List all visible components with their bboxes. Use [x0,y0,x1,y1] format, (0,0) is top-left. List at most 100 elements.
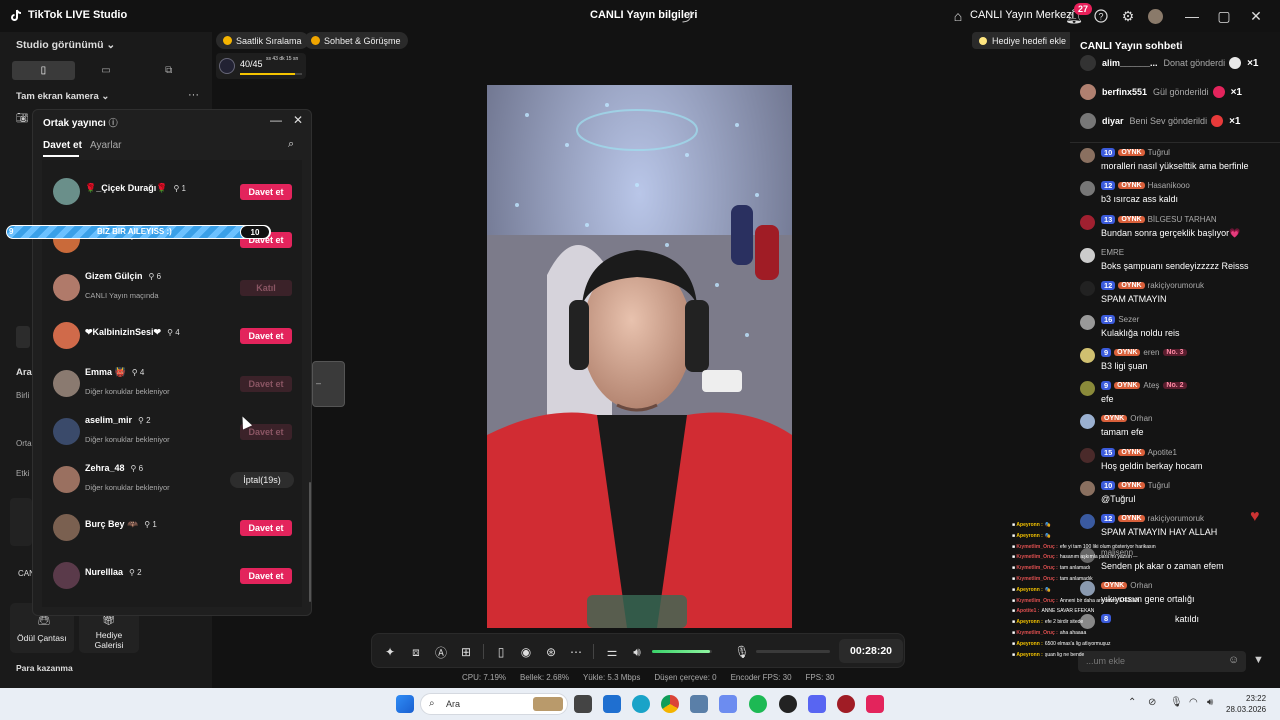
info-icon[interactable]: ⓘ [109,118,118,128]
windows-start-icon[interactable] [396,695,414,713]
list-scrollbar[interactable] [309,482,311,602]
chat-username[interactable]: Orhan [1130,414,1152,423]
share-icon[interactable]: ⤴ [682,8,694,25]
chat-avatar[interactable] [1080,381,1095,397]
gift-sender-name[interactable]: berfinx551 [1102,87,1147,97]
hourly-ranking-pill[interactable]: Saatlik Sıralama [216,32,309,49]
help-icon[interactable]: ? [1091,6,1111,26]
emoji-icon[interactable]: ☺ [1228,654,1239,666]
more-tools-icon[interactable]: ⋯ [568,644,584,660]
fullscreen-camera-dropdown[interactable]: Tam ekran kamera ⌄ [16,91,109,102]
wifi-icon[interactable]: ◠ [1189,697,1198,708]
invite-button[interactable]: Davet et [240,184,292,200]
chat-avatar[interactable] [1080,181,1095,197]
microphone-icon[interactable]: 🎙︎ [734,644,750,660]
co-host-avatar[interactable] [53,562,80,589]
invite-button[interactable]: Davet et [240,520,292,536]
chat-username[interactable]: Ateş [1143,381,1159,390]
phone-icon[interactable]: ▯ [493,644,509,660]
mic-level-slider[interactable] [756,650,830,653]
co-host-avatar[interactable] [53,178,80,205]
live-center-link[interactable]: CANLI Yayın Merkezi [970,9,1074,21]
chat-avatar[interactable] [1080,214,1095,230]
cancel-invite-button[interactable]: İptal(19s) [230,472,294,488]
close-modal-icon[interactable]: ✕ [293,113,303,127]
co-host-avatar[interactable] [53,274,80,301]
network-off-icon[interactable]: ⊘ [1148,697,1156,708]
minimize-modal-icon[interactable]: — [270,113,282,127]
rotate-option[interactable]: ⧉ [137,61,200,80]
gift-sender-avatar[interactable] [1080,84,1096,100]
portrait-option[interactable]: ▯ [12,61,75,80]
co-host-avatar[interactable] [53,514,80,541]
maximize-icon[interactable]: ▢ [1214,6,1234,26]
gift-sender-avatar[interactable] [1080,113,1096,129]
speaker-icon[interactable]: 🔊︎ [629,644,645,660]
send-icon[interactable]: ▼ [1253,654,1264,666]
home-icon[interactable]: ⌂ [950,6,966,26]
gift-goal-progress-card[interactable]: 40/45 ss 43 dk 15 sn [216,53,306,79]
search-icon[interactable]: ⌕ [288,138,294,151]
outlook-icon[interactable] [603,695,621,713]
task-view-icon[interactable] [574,695,592,713]
invite-button[interactable]: Davet et [240,568,292,584]
chat-username[interactable]: EMRE [1101,248,1124,257]
obs-icon[interactable] [779,695,797,713]
chat-username[interactable]: Tuğrul [1148,481,1170,490]
landscape-option[interactable]: ▭ [75,61,138,80]
chat-avatar[interactable] [1080,447,1095,463]
gift-goal-button[interactable]: Hediye hedefi ekle [972,32,1074,49]
tiktok-live-studio-icon[interactable] [866,695,884,713]
camera-icon[interactable]: 📷︎ [16,113,29,124]
chat-username[interactable]: Sezer [1118,315,1139,324]
close-icon[interactable]: ✕ [1246,6,1266,26]
chat-username[interactable]: Apotite1 [1148,448,1177,457]
gift-sender-name[interactable]: diyar [1102,116,1124,126]
chrome-icon[interactable] [661,695,679,713]
co-host-avatar[interactable] [53,418,80,445]
camera-switch-icon[interactable]: ⊛ [543,644,559,660]
mic-tray-icon[interactable]: 🎙︎ [1170,697,1183,708]
invite-button[interactable]: Davet et [240,328,292,344]
settings-gear-icon[interactable]: ⚙ [1118,6,1138,26]
chat-username[interactable]: Hasanikooo [1148,181,1190,190]
record-icon[interactable]: ◉ [518,644,534,660]
system-clock[interactable]: 23:22 28.03.2026 [1226,693,1266,715]
mixer-icon[interactable]: ⚌ [604,644,620,660]
gift-sender-name[interactable]: alim______... [1102,58,1158,68]
effects-icon[interactable]: ⧈ [408,644,424,660]
gift-sender-avatar[interactable] [1080,55,1096,71]
chat-username[interactable]: rakiçiyorumoruk [1148,281,1204,290]
more-options-icon[interactable]: ··· [188,89,199,101]
chat-avatar[interactable] [1080,314,1095,330]
chat-avatar[interactable] [1080,148,1095,163]
chat-username[interactable]: Orhan [1130,581,1152,590]
chat-avatar[interactable] [1080,281,1095,297]
network-app-icon[interactable] [690,695,708,713]
left-card-fragment[interactable] [10,498,32,546]
co-host-avatar[interactable] [53,466,80,493]
copilot-icon[interactable] [719,695,737,713]
chat-username[interactable]: eren [1143,348,1159,357]
chat-avatar[interactable] [1080,414,1095,430]
minimize-icon[interactable]: — [1182,6,1202,26]
magic-wand-icon[interactable]: ✦ [382,644,398,660]
volume-slider[interactable] [652,650,712,653]
chat-username[interactable]: BİLGESU TARHAN [1148,215,1217,224]
app-icon[interactable] [837,695,855,713]
sticker-icon[interactable]: ⊞ [458,644,474,660]
studio-view-dropdown[interactable]: Studio görünümü ⌄ [16,39,115,51]
chat-username[interactable]: Tuğrul [1148,148,1170,157]
tab-settings[interactable]: Ayarlar [90,140,122,151]
ar-icon[interactable]: Ⓐ [433,644,449,660]
edge-icon[interactable] [632,695,650,713]
spotify-icon[interactable] [749,695,767,713]
taskbar-search[interactable]: ⌕ Ara [420,693,568,715]
profile-avatar[interactable] [1145,6,1165,26]
left-panel-button-fragment[interactable] [16,326,30,348]
chat-username[interactable]: rakiçiyorumoruk [1148,514,1204,523]
co-host-avatar[interactable] [53,322,80,349]
volume-tray-icon[interactable]: 🔊︎ [1207,697,1213,708]
co-host-avatar[interactable] [53,370,80,397]
chat-avatar[interactable] [1080,247,1095,263]
